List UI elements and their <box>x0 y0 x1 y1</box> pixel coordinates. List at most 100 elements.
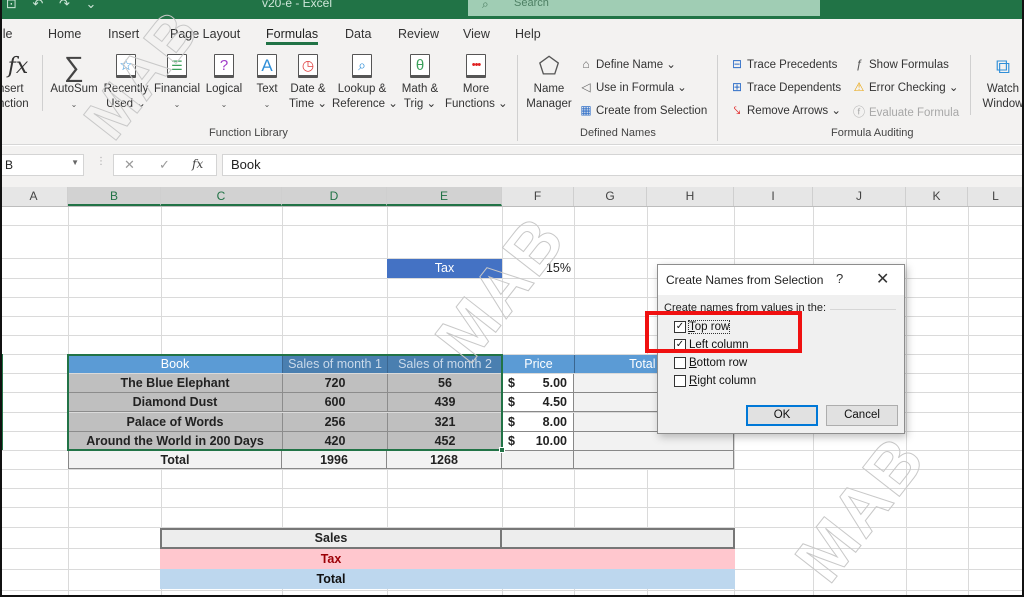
tab-help[interactable]: Help <box>515 27 541 41</box>
dialog-title-bar[interactable]: Create Names from Selection ? ✕ <box>658 265 904 295</box>
column-header-j[interactable]: J <box>813 187 906 206</box>
formula-input[interactable]: Book <box>222 154 1024 176</box>
math-trig-button[interactable]: θ Math & Trig ⌄ <box>399 54 441 112</box>
sales-m2-cell[interactable]: 439 <box>387 393 502 412</box>
tab-home[interactable]: Home <box>48 27 81 41</box>
drag-handle-icon[interactable]: ⋮ <box>96 156 106 167</box>
lookup-reference-button[interactable]: ⌕ Lookup & Reference ⌄ <box>332 54 398 112</box>
sales-m1-cell[interactable]: 420 <box>282 432 387 451</box>
text-button[interactable]: A Text ⌄ <box>254 54 280 112</box>
trace-dependents-button[interactable]: ⊞ Trace Dependents <box>729 80 841 94</box>
header-sales-month-1[interactable]: Sales of month 1 <box>282 355 387 373</box>
enter-icon[interactable]: ✓ <box>159 157 170 173</box>
sales-m1-cell[interactable]: 256 <box>282 413 387 432</box>
price-cell[interactable]: $5.00 <box>502 374 574 393</box>
title-bar: ⊡ ↶ ↷ ⌄ v20-e - Excel ⌕ Search <box>0 0 1024 19</box>
tag-fx-icon: ◁ <box>581 80 591 94</box>
trace-precedents-button[interactable]: ⊟ Trace Precedents <box>729 57 837 71</box>
checkbox-right-column[interactable]: Right column <box>674 375 756 387</box>
watch-window-button[interactable]: ⧉ Watch Window <box>978 54 1024 112</box>
summary-sales-cell[interactable]: Sales <box>160 528 502 549</box>
tab-review[interactable]: Review <box>398 27 439 41</box>
tax-label-cell[interactable]: Tax <box>387 259 502 278</box>
summary-sales-value-cell[interactable] <box>502 528 735 549</box>
price-cell[interactable]: $10.00 <box>502 432 574 451</box>
total-books-cell[interactable] <box>574 451 734 469</box>
header-sales-month-2[interactable]: Sales of month 2 <box>387 355 502 373</box>
column-header-k[interactable]: K <box>906 187 968 206</box>
summary-tax-cell[interactable]: Tax <box>160 549 735 569</box>
column-header-i[interactable]: I <box>734 187 813 206</box>
date-time-button[interactable]: ◷ Date & Time ⌄ <box>288 54 328 112</box>
tab-file[interactable]: ile <box>0 27 13 41</box>
tax-value-cell[interactable]: 15% <box>503 259 571 278</box>
logical-button[interactable]: ? Logical ⌄ <box>204 54 244 112</box>
column-header-d[interactable]: D <box>282 187 387 206</box>
remove-arrows-button[interactable]: ⤥ Remove Arrows ⌄ <box>729 103 841 118</box>
insert-function-button[interactable]: fx nsert nction <box>0 54 38 112</box>
show-formulas-button[interactable]: ƒ Show Formulas <box>851 57 949 71</box>
fill-handle[interactable] <box>499 447 505 453</box>
define-name-button[interactable]: ⌂ Define Name ⌄ <box>578 57 676 71</box>
checkbox-unchecked-icon[interactable] <box>674 357 686 369</box>
quick-access-toolbar[interactable]: ⊡ ↶ ↷ ⌄ <box>6 0 102 12</box>
more-functions-button[interactable]: ••• More Functions ⌄ <box>445 54 508 112</box>
book-title-cell[interactable]: Diamond Dust <box>68 393 282 412</box>
gridline <box>0 590 1024 591</box>
header-price[interactable]: Price <box>502 355 574 373</box>
insert-function-icon[interactable]: fx <box>192 157 203 171</box>
cancel-icon[interactable]: ✕ <box>124 157 135 173</box>
sales-m2-cell[interactable]: 56 <box>387 374 502 393</box>
checkbox-bottom-row[interactable]: Bottom row <box>674 357 747 369</box>
total-label-cell[interactable]: Total <box>68 451 282 469</box>
book-title-cell[interactable]: The Blue Elephant <box>68 374 282 393</box>
sales-m2-cell[interactable]: 321 <box>387 413 502 432</box>
column-header-g[interactable]: G <box>574 187 647 206</box>
financial-button[interactable]: ☰ Financial ⌄ <box>152 54 202 112</box>
create-from-selection-label: Create from Selection <box>596 105 708 117</box>
sales-m2-cell[interactable]: 452 <box>387 432 502 451</box>
price-cell[interactable]: $4.50 <box>502 393 574 412</box>
price-value: 4.50 <box>542 395 567 409</box>
error-checking-label: Error Checking ⌄ <box>869 82 959 94</box>
recently-used-button[interactable]: ☆ Recently Used ⌄ <box>103 54 149 112</box>
total-price-cell[interactable] <box>502 451 574 469</box>
name-box[interactable]: B ▼ <box>0 154 84 176</box>
help-icon[interactable]: ? <box>836 271 843 286</box>
tab-insert[interactable]: Insert <box>108 27 139 41</box>
chevron-down-icon[interactable]: ▼ <box>71 158 79 167</box>
column-header-e[interactable]: E <box>387 187 502 206</box>
summary-total-cell[interactable]: Total <box>160 569 735 589</box>
column-header-b[interactable]: B <box>68 187 161 206</box>
column-header-a[interactable]: A <box>0 187 68 206</box>
column-header-f[interactable]: F <box>502 187 574 206</box>
book-title-cell[interactable]: Around the World in 200 Days <box>68 432 282 451</box>
magnifier-book-icon: ⌕ <box>351 54 373 80</box>
use-in-formula-button[interactable]: ◁ Use in Formula ⌄ <box>578 80 686 94</box>
search-box[interactable]: ⌕ Search <box>468 0 820 16</box>
cancel-button[interactable]: Cancel <box>826 405 898 426</box>
autosum-button[interactable]: ∑ AutoSum ⌄ <box>49 53 99 112</box>
evaluate-formula-button[interactable]: ⓕ Evaluate Formula <box>851 103 959 120</box>
book-title-cell[interactable]: Palace of Words <box>68 413 282 432</box>
tab-page-layout[interactable]: Page Layout <box>170 27 240 41</box>
total-m2-cell[interactable]: 1268 <box>387 451 502 469</box>
close-icon[interactable]: ✕ <box>876 269 889 289</box>
column-header-c[interactable]: C <box>161 187 282 206</box>
tab-formulas[interactable]: Formulas <box>266 27 319 45</box>
checkbox-unchecked-icon[interactable] <box>674 375 686 387</box>
header-book[interactable]: Book <box>68 355 282 373</box>
tab-view[interactable]: View <box>463 27 490 41</box>
sales-m1-cell[interactable]: 720 <box>282 374 387 393</box>
total-books-cell[interactable] <box>574 432 734 451</box>
name-manager-button[interactable]: ⬠ Name Manager <box>525 54 573 112</box>
column-header-h[interactable]: H <box>647 187 734 206</box>
sales-m1-cell[interactable]: 600 <box>282 393 387 412</box>
price-cell[interactable]: $8.00 <box>502 413 574 432</box>
error-checking-button[interactable]: ⚠ Error Checking ⌄ <box>851 80 959 94</box>
total-m1-cell[interactable]: 1996 <box>282 451 387 469</box>
tab-data[interactable]: Data <box>345 27 371 41</box>
ok-button[interactable]: OK <box>746 405 818 426</box>
create-from-selection-button[interactable]: ▦ Create from Selection <box>578 103 707 117</box>
column-header-l[interactable]: L <box>968 187 1024 206</box>
